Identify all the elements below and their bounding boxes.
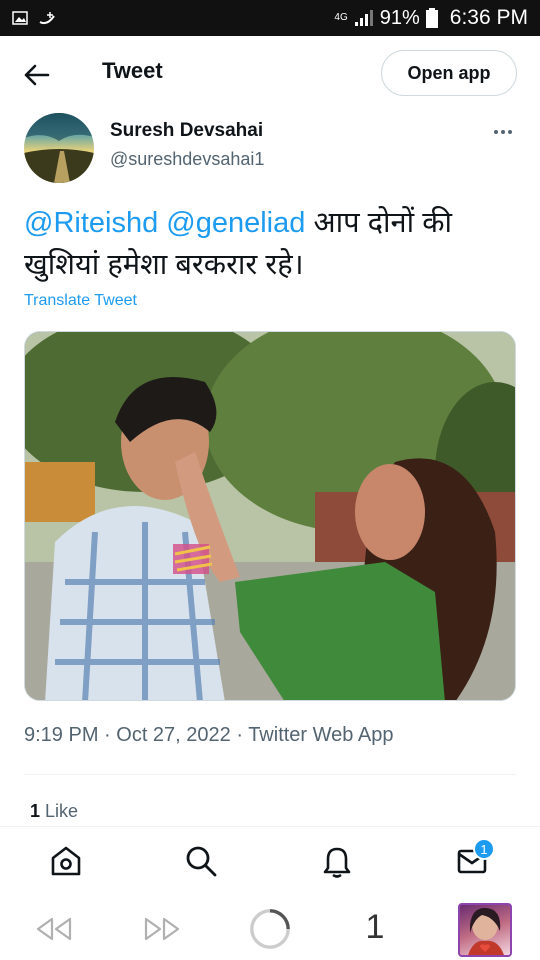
gallery-icon	[12, 11, 28, 25]
back-arrow-icon	[24, 64, 50, 86]
tweet-text: @Riteishd @geneliad आप दोनों की खुशियां …	[24, 202, 516, 286]
tweet-header: Tweet Open app	[0, 36, 540, 112]
clock: 6:36 PM	[449, 6, 528, 29]
avatar-image	[24, 113, 94, 183]
search-icon	[186, 846, 217, 877]
author-name[interactable]: Suresh Devsahai	[110, 120, 263, 142]
browser-reload-button[interactable]	[248, 907, 292, 951]
tweet-timestamp[interactable]: 9:19 PM · Oct 27, 2022 · Twitter Web App	[24, 724, 393, 747]
tweet-photo[interactable]	[24, 331, 516, 701]
author-handle[interactable]: @sureshdevsahai1	[110, 149, 264, 170]
nav-search-button[interactable]	[181, 841, 221, 881]
likes-label: Like	[45, 801, 79, 821]
rewind-icon	[36, 917, 72, 941]
browser-profile-avatar[interactable]	[458, 903, 512, 957]
divider	[24, 774, 516, 775]
profile-image	[468, 907, 504, 955]
bottom-navigation	[0, 827, 540, 897]
messages-badge: 1	[473, 838, 495, 860]
network-type: 4G	[334, 12, 348, 23]
battery-percent: 91%	[379, 6, 420, 29]
home-icon	[51, 846, 81, 876]
nav-home-button[interactable]	[46, 841, 86, 881]
status-bar: 4G 91% 6:36 PM	[0, 0, 540, 36]
translate-tweet-link[interactable]: Translate Tweet	[24, 292, 137, 310]
more-icon	[494, 130, 498, 134]
browser-forward-button[interactable]	[140, 907, 184, 951]
nav-notifications-button[interactable]	[317, 841, 357, 881]
notifications-icon	[323, 847, 351, 878]
mention-link[interactable]: @Riteishd	[24, 207, 158, 239]
back-button[interactable]	[22, 60, 52, 90]
author-avatar[interactable]	[24, 113, 94, 183]
usb-icon	[39, 12, 55, 25]
signal-icon	[354, 10, 373, 26]
tab-count-button[interactable]: 1	[360, 908, 390, 947]
reload-icon	[250, 909, 290, 949]
open-app-button[interactable]: Open app	[381, 50, 517, 96]
browser-back-button[interactable]	[32, 907, 76, 951]
likes-count[interactable]: 1 Like	[30, 801, 78, 822]
more-options-button[interactable]	[488, 122, 518, 142]
mention-link[interactable]: @geneliad	[166, 207, 305, 239]
forward-icon	[144, 917, 180, 941]
page-title: Tweet	[102, 58, 163, 83]
likes-number: 1	[30, 801, 41, 821]
battery-icon	[425, 8, 438, 28]
photo-illustration	[25, 332, 515, 700]
